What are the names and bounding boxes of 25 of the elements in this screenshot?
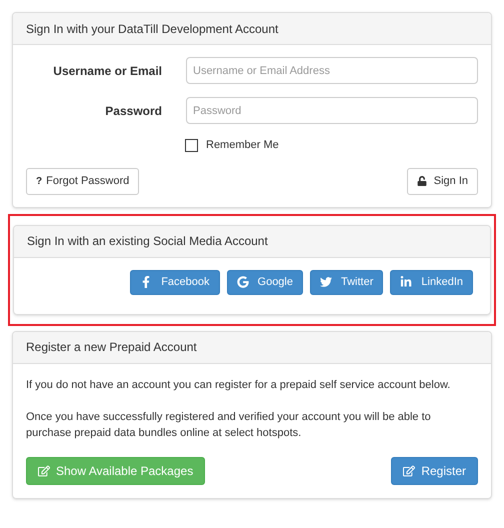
panel-title: Sign In with an existing Social Media Account bbox=[27, 233, 268, 250]
edit-icon bbox=[38, 464, 50, 476]
info-paragraph: Once you have successfully registered and verified your account you will be able to purchase prepaid data bundles online at select hotspots. bbox=[26, 410, 432, 440]
register-button[interactable]: Register bbox=[391, 456, 478, 484]
panel-title: Sign In with your DataTill Development Account bbox=[26, 20, 278, 38]
unlock-icon bbox=[416, 176, 427, 186]
bird-icon bbox=[320, 276, 332, 288]
input-field[interactable]: Username or Email Address bbox=[186, 57, 478, 84]
input-field[interactable]: Password bbox=[186, 97, 478, 124]
remember-label: Remember Me bbox=[206, 138, 279, 153]
remember-checkbox[interactable] bbox=[185, 138, 198, 152]
info-paragraph: If you do not have an account you can register for a prepaid self service account below. bbox=[26, 378, 452, 392]
social-sign-in-button[interactable]: Google bbox=[226, 270, 303, 294]
show-packages-button[interactable]: Show Available Packages bbox=[26, 456, 206, 484]
sign-in-button[interactable]: Sign In bbox=[406, 168, 478, 194]
panel-title: Register a new Prepaid Account bbox=[26, 339, 197, 356]
g-letter-icon bbox=[236, 276, 249, 288]
social-sign-in-button[interactable]: Facebook bbox=[130, 270, 220, 294]
social-sign-in-button[interactable]: LinkedIn bbox=[390, 270, 473, 294]
in-letters-icon bbox=[400, 276, 412, 288]
edit-icon bbox=[403, 464, 416, 476]
field-label: Username or Email bbox=[53, 63, 162, 80]
forgot-password-button[interactable]: ? Forgot Password bbox=[26, 168, 140, 194]
social-sign-in-button[interactable]: Twitter bbox=[310, 270, 384, 294]
field-label: Password bbox=[105, 103, 162, 120]
